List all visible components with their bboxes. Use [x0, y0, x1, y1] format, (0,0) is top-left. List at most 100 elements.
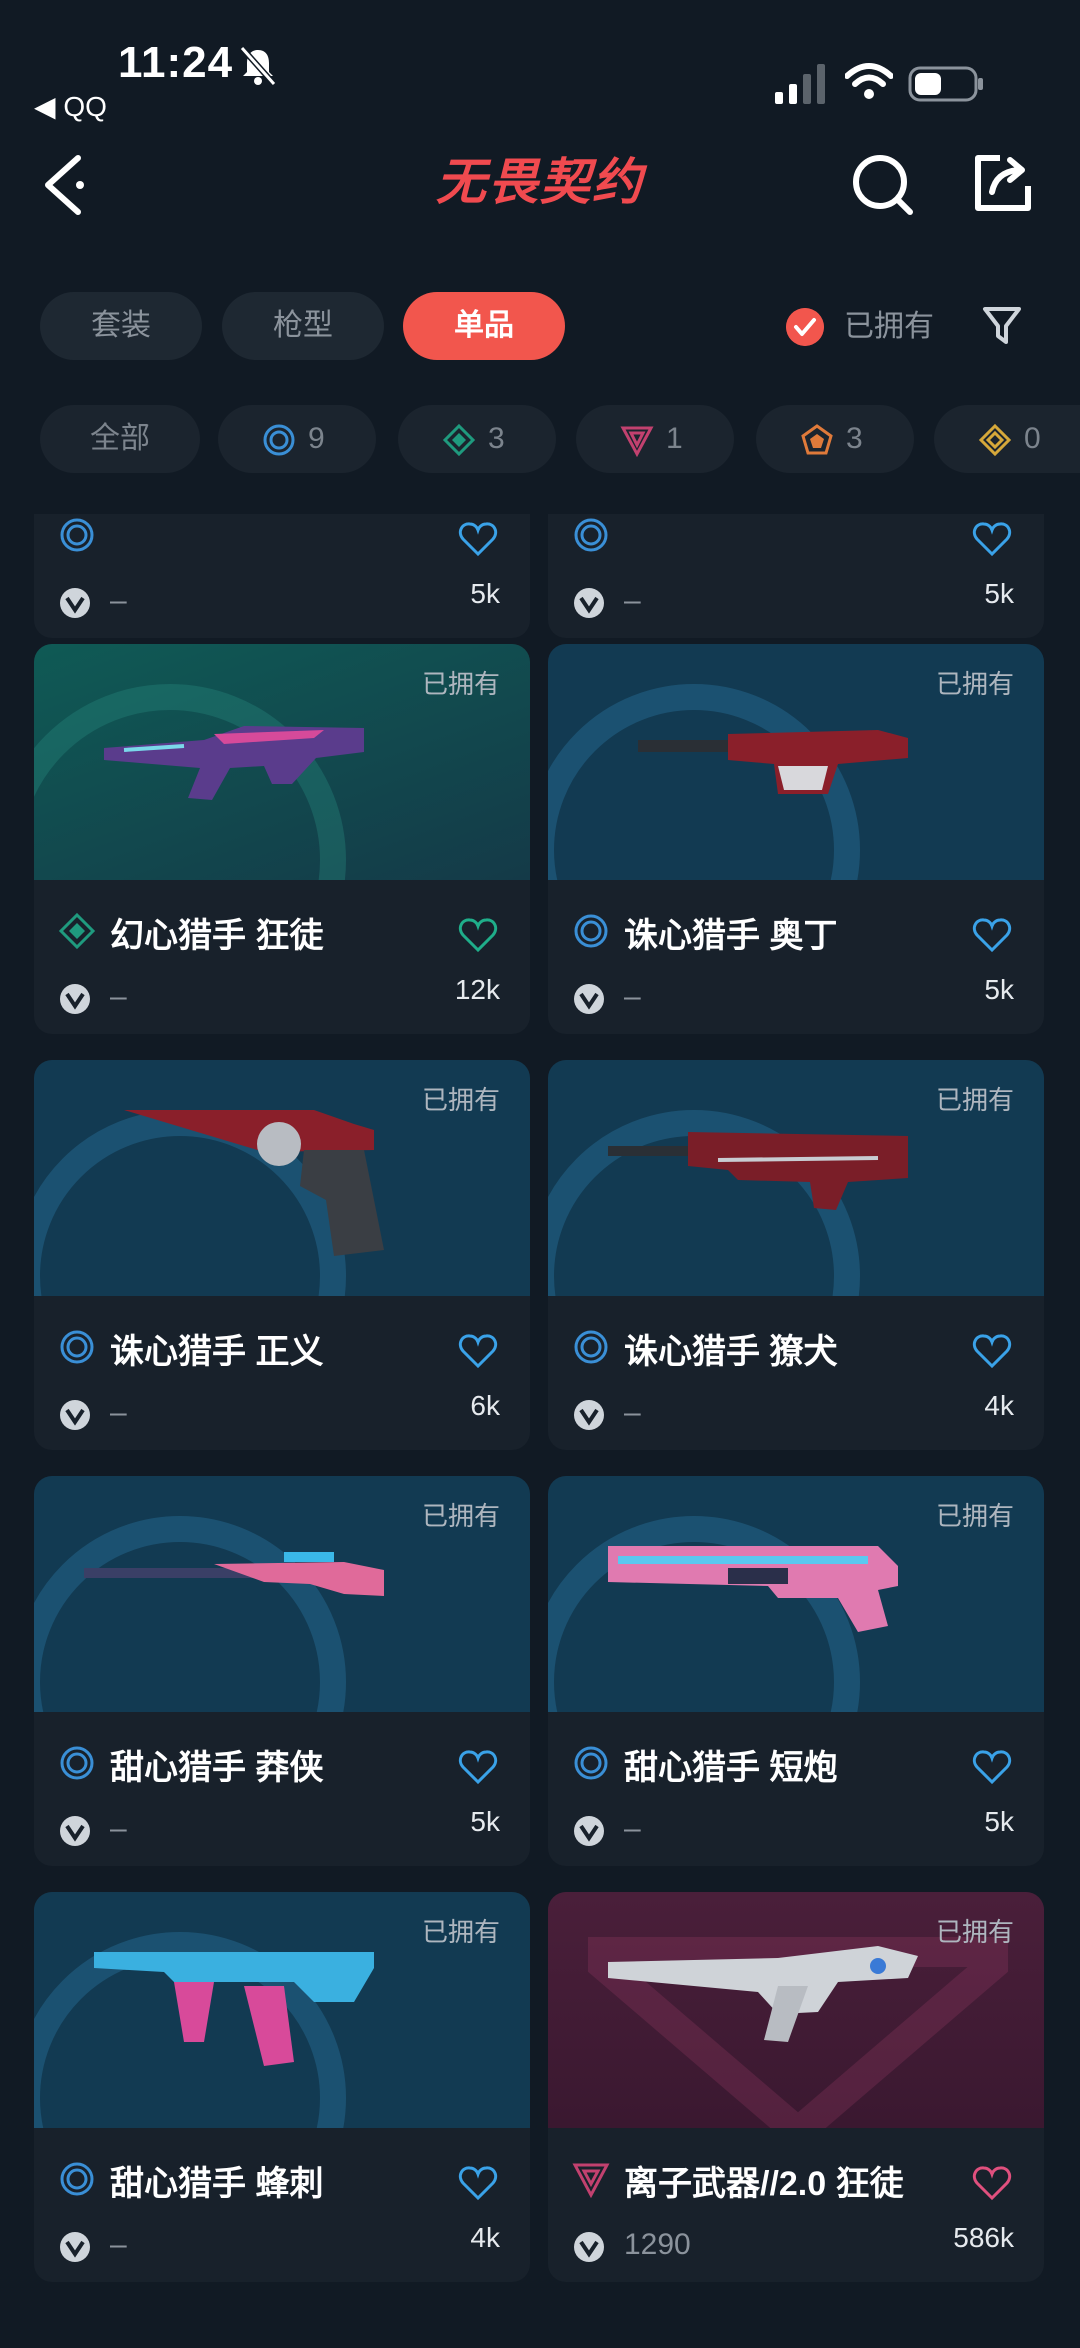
wifi-icon — [845, 63, 893, 99]
item-name: 甜心猎手 蜂刺 — [110, 2165, 324, 2203]
valorant-points-icon — [574, 588, 604, 618]
heart-icon[interactable] — [458, 1332, 498, 1370]
item-grid: – 5k – 5k 已拥有 幻心猎手 狂徒 – 12k 已拥有 诛心猎手 奥丁 … — [0, 514, 1080, 2348]
weapon-image — [84, 1552, 384, 1596]
tier-filter-ultra[interactable]: 0 — [934, 405, 1080, 473]
item-card[interactable]: 已拥有 诛心猎手 獠犬 – 4k — [548, 1060, 1044, 1450]
status-time: 11:24 — [118, 38, 234, 87]
owned-label: 已拥有 — [935, 669, 1014, 699]
weapon-image — [124, 1110, 384, 1256]
item-price: – — [624, 1396, 641, 1429]
weapon-image — [608, 1546, 898, 1632]
valorant-points-icon — [60, 1816, 90, 1846]
select-tier-icon — [574, 518, 608, 552]
weapon-image — [608, 1946, 918, 2042]
item-card[interactable]: 已拥有 甜心猎手 蜂刺 – 4k — [34, 1892, 530, 2282]
select-tier-icon — [60, 1330, 94, 1364]
item-artwork: 已拥有 — [548, 644, 1044, 880]
item-likes: 4k — [470, 2222, 500, 2253]
select-tier-icon — [263, 424, 295, 456]
item-card[interactable]: 已拥有 诛心猎手 奥丁 – 5k — [548, 644, 1044, 1034]
tier-filter-select[interactable]: 9 — [218, 405, 376, 473]
item-card[interactable]: 已拥有 甜心猎手 短炮 – 5k — [548, 1476, 1044, 1866]
owned-label: 已拥有 — [421, 1085, 500, 1115]
item-name: 甜心猎手 短炮 — [624, 1749, 838, 1787]
item-likes: 6k — [470, 1390, 500, 1421]
item-card[interactable]: 已拥有 离子武器//2.0 狂徒 1290 586k — [548, 1892, 1044, 2282]
heart-icon[interactable] — [972, 2164, 1012, 2202]
heart-icon[interactable] — [972, 520, 1012, 558]
heart-icon[interactable] — [458, 520, 498, 558]
filter-funnel-icon[interactable] — [982, 304, 1022, 348]
item-card[interactable]: 已拥有 甜心猎手 莽侠 – 5k — [34, 1476, 530, 1866]
checkmark-icon — [786, 308, 824, 346]
tier-count: 0 — [1024, 422, 1041, 455]
weapon-image — [608, 1132, 908, 1210]
owned-label: 已拥有 — [421, 1501, 500, 1531]
tier-filter-all[interactable]: 全部 — [40, 405, 200, 473]
item-artwork: 已拥有 — [548, 1060, 1044, 1296]
item-price: 1290 — [624, 2228, 691, 2261]
weapon-image — [638, 730, 908, 794]
premium-tier-icon — [620, 426, 654, 457]
tab-single-item[interactable]: 单品 — [403, 292, 565, 360]
valorant-points-icon — [60, 2232, 90, 2262]
item-card[interactable]: 已拥有 幻心猎手 狂徒 – 12k — [34, 644, 530, 1034]
item-card[interactable]: – 5k — [34, 514, 530, 638]
status-bar: 11:24 ◀ QQ — [0, 0, 1080, 130]
select-tier-icon — [574, 914, 608, 948]
ultra-tier-icon — [978, 423, 1012, 457]
item-artwork: 已拥有 — [548, 1892, 1044, 2128]
tier-filter-premium[interactable]: 1 — [576, 405, 734, 473]
item-artwork: 已拥有 — [34, 1060, 530, 1296]
tier-filter-exclusive[interactable]: 3 — [756, 405, 914, 473]
item-likes: 12k — [454, 974, 500, 1005]
tab-bundle[interactable]: 套装 — [40, 292, 202, 360]
heart-icon[interactable] — [458, 916, 498, 954]
item-name: 离子武器//2.0 狂徒 — [624, 2165, 904, 2203]
back-arrow-icon[interactable] — [40, 150, 90, 220]
premium-tier-icon — [572, 2163, 610, 2198]
heart-icon[interactable] — [972, 1748, 1012, 1786]
item-name: 诛心猎手 獠犬 — [624, 1333, 838, 1371]
share-icon[interactable] — [970, 150, 1036, 216]
item-name: 诛心猎手 奥丁 — [624, 917, 838, 955]
item-artwork: 已拥有 — [34, 1476, 530, 1712]
tab-weapon-type[interactable]: 枪型 — [222, 292, 384, 360]
item-artwork: 已拥有 — [34, 644, 530, 880]
tier-filter-deluxe[interactable]: 3 — [398, 405, 556, 473]
back-to-app-link[interactable]: ◀ QQ — [34, 90, 107, 123]
heart-icon[interactable] — [458, 2164, 498, 2202]
tier-count: 3 — [846, 422, 863, 455]
item-price: – — [624, 980, 641, 1013]
item-price: – — [110, 1396, 127, 1429]
exclusive-tier-icon — [801, 424, 833, 455]
owned-label: 已拥有 — [935, 1501, 1014, 1531]
valorant-points-icon — [574, 1400, 604, 1430]
heart-icon[interactable] — [458, 1748, 498, 1786]
valorant-points-icon — [574, 2232, 604, 2262]
tier-count: 3 — [488, 422, 505, 455]
item-card[interactable]: 已拥有 诛心猎手 正义 – 6k — [34, 1060, 530, 1450]
heart-icon[interactable] — [972, 1332, 1012, 1370]
item-card[interactable]: – 5k — [548, 514, 1044, 638]
item-likes: 5k — [984, 1806, 1014, 1837]
weapon-image — [104, 726, 364, 800]
battery-icon — [908, 66, 983, 102]
item-likes: 586k — [953, 2222, 1014, 2253]
valorant-points-icon — [60, 588, 90, 618]
brand-logo: 无畏契约 — [428, 150, 652, 214]
deluxe-tier-icon — [442, 423, 476, 457]
select-tier-icon — [60, 2162, 94, 2196]
item-likes: 4k — [984, 1390, 1014, 1421]
item-price: – — [110, 980, 127, 1013]
search-icon[interactable] — [850, 152, 916, 218]
valorant-points-icon — [574, 1816, 604, 1846]
item-price: – — [110, 1812, 127, 1845]
item-likes: 5k — [984, 578, 1014, 609]
heart-icon[interactable] — [972, 916, 1012, 954]
valorant-points-icon — [60, 1400, 90, 1430]
item-likes: 5k — [470, 578, 500, 609]
item-price: – — [110, 2228, 127, 2261]
owned-filter-label: 已拥有 — [844, 310, 934, 343]
